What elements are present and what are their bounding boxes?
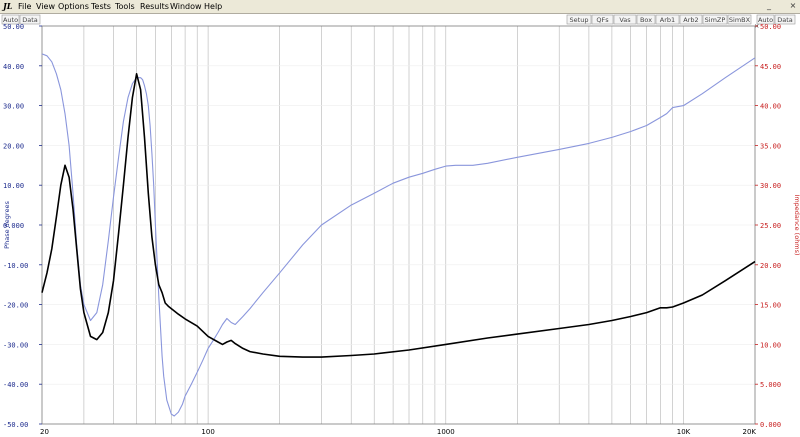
- right-tick-label: 15.00: [760, 302, 781, 310]
- right-tick-label: 30.00: [760, 182, 781, 190]
- right-tick-label: 35.00: [760, 142, 781, 150]
- x-tick-label: 100: [201, 428, 214, 436]
- menu-window[interactable]: Window: [168, 1, 204, 12]
- data-button-left-label: Data: [22, 16, 38, 24]
- left-tick-label: 20.00: [3, 142, 24, 150]
- app-logo-icon[interactable]: JL: [3, 1, 15, 11]
- right-tick-label: 20.00: [760, 262, 781, 270]
- x-tick-label: 20: [40, 428, 49, 436]
- left-axis-title: Phase degrees: [3, 201, 11, 249]
- menu-bar: JL File View Options Tests Tools Results…: [0, 0, 800, 14]
- toolbar-button-simbx-label: SimBX: [729, 16, 751, 24]
- left-tick-label: -50.00: [3, 421, 28, 429]
- left-tick-label: -30.00: [3, 341, 28, 349]
- toolbar-button-vas-label: Vas: [619, 16, 631, 24]
- x-tick-label: 20K: [743, 428, 757, 436]
- x-tick-label: 1000: [437, 428, 455, 436]
- right-axis-title: Impedance (ohms): [793, 194, 800, 255]
- menu-view[interactable]: View: [34, 1, 57, 12]
- right-tick-label: 50.00: [760, 23, 781, 31]
- right-tick-label: 45.00: [760, 63, 781, 71]
- toolbar-button-setup[interactable]: Setup: [566, 14, 592, 25]
- toolbar-button-simzp-label: SimZP: [705, 16, 726, 24]
- menu-options[interactable]: Options: [56, 1, 91, 12]
- menu-help[interactable]: Help: [202, 1, 224, 12]
- toolbar-button-arb2[interactable]: Arb2: [679, 14, 703, 25]
- phase-curve: [41, 53, 756, 417]
- right-tick-label: 10.00: [760, 341, 781, 349]
- toolbar-button-simbx[interactable]: SimBX: [727, 14, 752, 25]
- close-window-icon[interactable]: ×: [788, 1, 798, 11]
- minimize-icon[interactable]: _: [764, 1, 774, 11]
- left-tick-label: -10.00: [3, 262, 28, 270]
- menu-file[interactable]: File: [16, 1, 33, 12]
- chart-toolbar: Auto Data Setup QFs Vas Box Arb1 Arb2 SimZP SimBX…: [1, 14, 796, 30]
- left-tick-label: 10.00: [3, 182, 24, 190]
- toolbar-button-box-label: Box: [640, 16, 652, 24]
- toolbar-button-arb1[interactable]: Arb1: [655, 14, 680, 25]
- left-tick-label: 50.00: [3, 23, 24, 31]
- menu-tools[interactable]: Tools: [113, 1, 137, 12]
- right-tick-label: 40.00: [760, 103, 781, 111]
- toolbar-button-qfs[interactable]: QFs: [591, 14, 614, 25]
- right-tick-label: 5.000: [760, 381, 781, 389]
- toolbar-button-simzp[interactable]: SimZP: [702, 14, 728, 25]
- right-tick-label: 25.00: [760, 222, 781, 230]
- chart-svg: Auto Data Setup QFs Vas Box Arb1 Arb2 SimZP SimBX…: [1, 14, 800, 436]
- toolbar-button-qfs-label: QFs: [596, 16, 609, 24]
- toolbar-button-setup-label: Setup: [570, 16, 589, 24]
- right-tick-label: 0.000: [760, 421, 781, 429]
- toolbar-button-vas[interactable]: Vas: [613, 14, 637, 25]
- menu-tests[interactable]: Tests: [89, 1, 113, 12]
- chart-series: [41, 53, 756, 417]
- plot-area: Auto Data Setup QFs Vas Box Arb1 Arb2 SimZP SimBX…: [0, 14, 800, 437]
- toolbar-button-box[interactable]: Box: [636, 14, 656, 25]
- left-tick-label: -20.00: [3, 302, 28, 310]
- left-tick-label: 40.00: [3, 63, 24, 71]
- toolbar-button-arb1-label: Arb1: [660, 16, 675, 24]
- chart-grid: [42, 26, 755, 424]
- left-tick-label: -40.00: [3, 381, 28, 389]
- toolbar-button-arb2-label: Arb2: [683, 16, 698, 24]
- left-tick-label: 30.00: [3, 103, 24, 111]
- menu-results[interactable]: Results: [138, 1, 171, 12]
- x-tick-label: 10K: [677, 428, 691, 436]
